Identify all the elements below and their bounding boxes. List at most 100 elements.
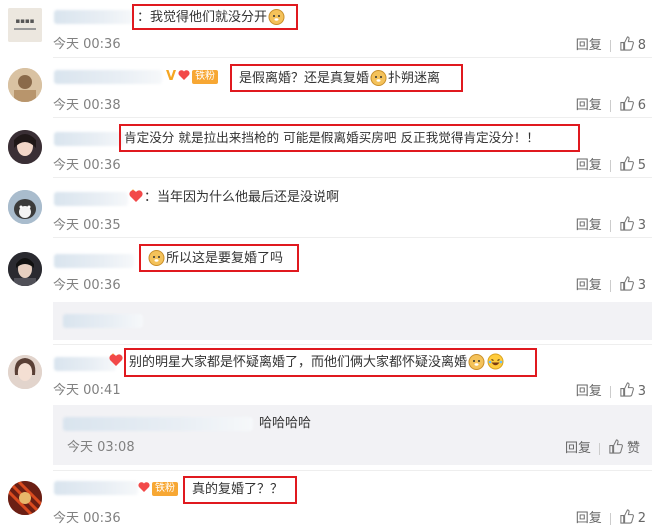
comment-text: 肯定没分 就是拉出来挡枪的 可能是假离婚买房吧 反正我觉得肯定没分！！ (124, 130, 540, 145)
doge-emoji-icon (468, 353, 485, 370)
doge-emoji-icon (268, 8, 285, 25)
comment-time: 今天 00:36 (53, 511, 121, 526)
avatar[interactable] (8, 355, 42, 389)
fan-heart-icon (129, 189, 143, 202)
reply-button[interactable]: 回复 (576, 507, 602, 526)
like-count: 3 (637, 218, 646, 233)
reply-actions: 回复 赞 (565, 439, 640, 458)
comment-time: 今天 00:36 (53, 278, 121, 293)
user-badges (108, 353, 124, 371)
doge-emoji-icon (148, 249, 165, 266)
fan-heart-icon (138, 482, 150, 492)
like-count: 3 (637, 278, 646, 293)
comment-item: ▪▪▪▪ ：我觉得他们就没分开 今天 00:36 回复 8 (0, 0, 660, 58)
comment-text: ：我觉得他们就没分开 (137, 8, 286, 27)
thumbs-up-icon (620, 156, 634, 171)
divider (609, 279, 611, 292)
reply-button[interactable]: 回复 (565, 441, 591, 456)
reply-button[interactable]: 回复 (576, 274, 602, 293)
username-blurred[interactable] (63, 314, 143, 328)
comment-time: 今天 00:36 (53, 37, 121, 52)
comment-item: 所以这是要复婚了吗 今天 00:36 回复 3 (0, 238, 660, 298)
divider (609, 39, 611, 52)
reply-button[interactable]: 回复 (576, 94, 602, 113)
comment-text: 所以这是要复婚了吗 (147, 249, 283, 268)
like-count: 8 (637, 38, 646, 53)
like-label: 赞 (626, 441, 640, 456)
avatar[interactable] (8, 68, 42, 102)
user-badges: 铁粉 (138, 480, 178, 498)
svg-text:▪▪▪▪: ▪▪▪▪ (16, 17, 35, 25)
vip-v-icon: V (166, 69, 177, 84)
like-count: 3 (637, 384, 646, 399)
divider (609, 385, 611, 398)
comment-actions: 回复 2 (576, 507, 646, 526)
comment-actions: 回复 3 (576, 274, 646, 293)
like-button[interactable]: 3 (619, 382, 646, 399)
laughing-emoji-icon (487, 353, 504, 370)
comment-item: 肯定没分 就是拉出来挡枪的 可能是假离婚买房吧 反正我觉得肯定没分！！ 今天 0… (0, 118, 660, 178)
comment-item: 铁粉 真的复婚了？？ 今天 00:36 回复 2 (0, 471, 660, 532)
thumbs-up-icon (620, 216, 634, 231)
divider (598, 442, 600, 455)
fan-badge: 铁粉 (152, 482, 178, 496)
comment-actions: 回复 3 (576, 214, 646, 233)
comment-time: 今天 00:36 (53, 158, 121, 173)
thumbs-up-icon (609, 439, 623, 454)
user-badges: V 铁粉 (162, 68, 219, 86)
username-blurred[interactable] (54, 70, 162, 84)
avatar[interactable] (8, 130, 42, 164)
username-blurred[interactable] (54, 10, 134, 24)
reply-time: 今天 03:08 (67, 440, 135, 455)
thumbs-up-icon (620, 36, 634, 51)
comment-text: 真的复婚了？？ (192, 482, 284, 497)
thumbs-up-icon (620, 509, 634, 524)
like-button[interactable]: 6 (619, 96, 646, 113)
reply-button[interactable]: 回复 (576, 154, 602, 173)
avatar[interactable] (8, 190, 42, 224)
comment-actions: 回复 5 (576, 154, 646, 173)
fan-heart-icon (178, 70, 190, 80)
reply-button[interactable]: 回复 (576, 214, 602, 233)
username-blurred[interactable] (54, 132, 124, 146)
like-button[interactable]: 5 (619, 156, 646, 173)
reply-panel (53, 302, 652, 340)
comment-time: 今天 00:35 (53, 218, 121, 233)
comment-text: ：当年因为什么他最后还是没说啊 (128, 189, 339, 207)
comment-item: ：当年因为什么他最后还是没说啊 今天 00:35 回复 3 (0, 178, 660, 238)
avatar[interactable]: ▪▪▪▪ (8, 8, 42, 42)
doge-emoji-icon (370, 69, 387, 86)
username-blurred[interactable] (54, 357, 116, 371)
comment-text: 别的明星大家都是怀疑离婚了，而他们俩大家都怀疑没离婚 (129, 353, 505, 372)
thumbs-up-icon (620, 276, 634, 291)
like-button[interactable]: 3 (619, 276, 646, 293)
like-button[interactable]: 赞 (608, 439, 640, 456)
fan-badge: 铁粉 (192, 70, 219, 84)
divider (609, 512, 611, 525)
reply-button[interactable]: 回复 (576, 380, 602, 399)
username-blurred[interactable] (54, 481, 138, 495)
like-button[interactable]: 8 (619, 36, 646, 53)
username-blurred[interactable] (63, 417, 253, 431)
like-button[interactable]: 3 (619, 216, 646, 233)
thumbs-up-icon (620, 382, 634, 397)
like-count: 6 (637, 98, 646, 113)
reply-button[interactable]: 回复 (576, 34, 602, 53)
comment-actions: 回复 6 (576, 94, 646, 113)
comment-text: 是假离婚？还是真复婚 扑朔迷离 (239, 69, 441, 86)
like-button[interactable]: 2 (619, 509, 646, 526)
comment-actions: 回复 3 (576, 380, 646, 399)
avatar[interactable] (8, 481, 42, 515)
divider (609, 99, 611, 112)
reply-text: 哈哈哈哈 (259, 416, 312, 431)
username-blurred[interactable] (54, 254, 134, 268)
divider (609, 219, 611, 232)
thumbs-up-icon (620, 96, 634, 111)
comment-item: V 铁粉 是假离婚？还是真复婚 扑朔迷离 今天 00:38 回复 6 (0, 58, 660, 118)
comment-actions: 回复 8 (576, 34, 646, 53)
like-count: 2 (637, 511, 646, 526)
comment-time: 今天 00:38 (53, 98, 121, 113)
username-blurred[interactable] (54, 192, 128, 206)
divider (609, 159, 611, 172)
avatar[interactable] (8, 252, 42, 286)
